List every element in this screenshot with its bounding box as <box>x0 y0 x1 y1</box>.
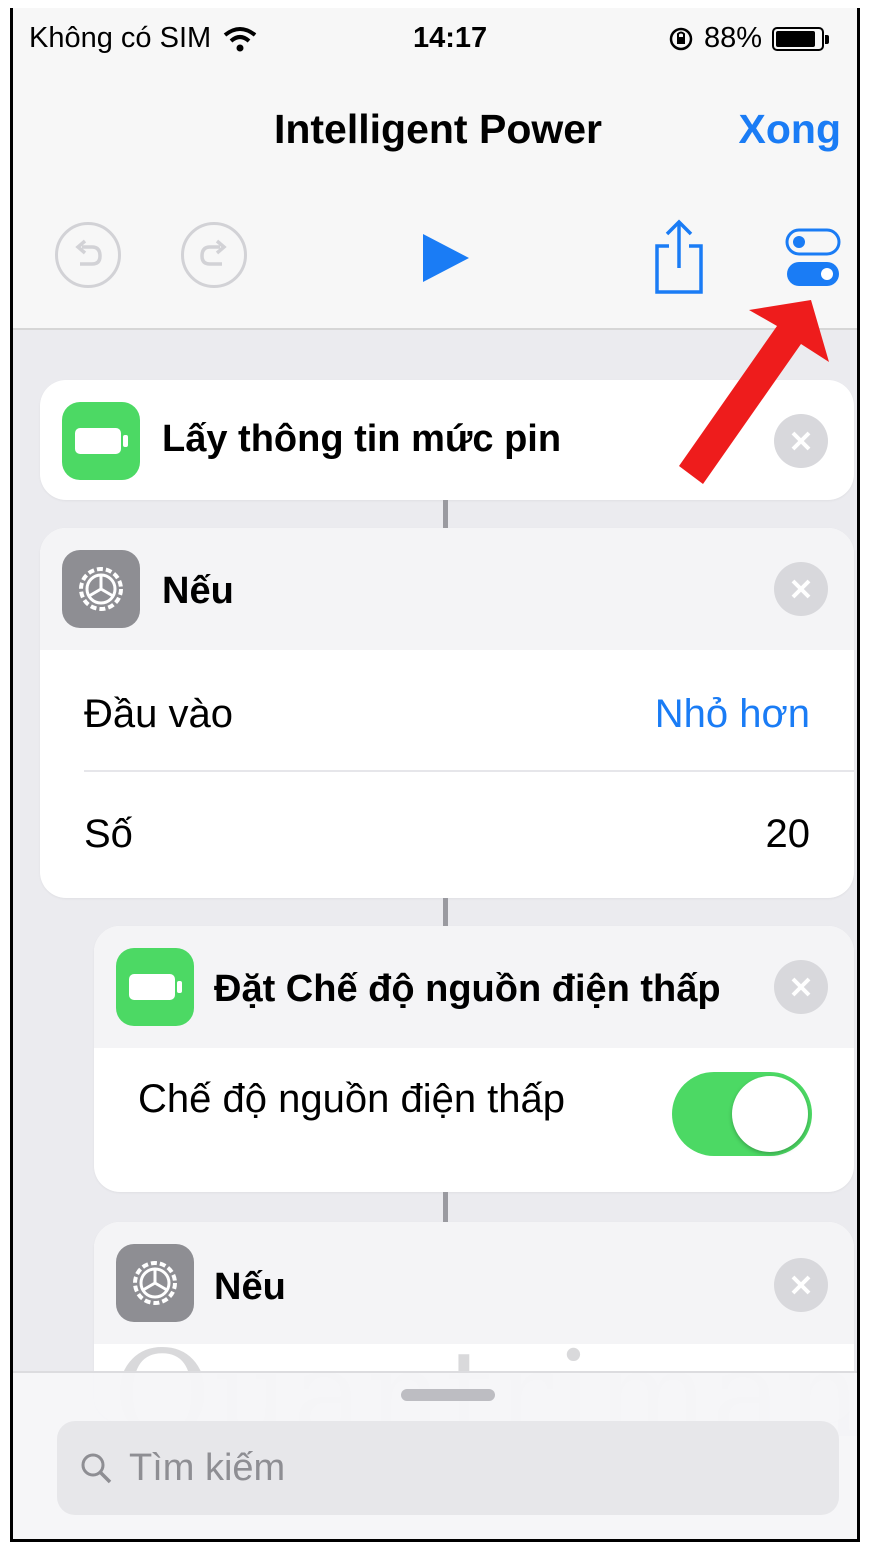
close-icon <box>791 977 811 997</box>
search-bar[interactable]: Tìm kiếm <box>57 1421 839 1515</box>
carrier-group: Không có SIM <box>29 22 257 55</box>
battery-icon <box>129 974 182 1000</box>
action-title: Nếu <box>214 1266 286 1308</box>
redo-icon <box>200 239 227 266</box>
low-power-mode-label: Chế độ nguồn điện thấp <box>138 1077 566 1121</box>
action-card-if[interactable]: Nếu Đầu vào Nhỏ hơn Số 20 <box>40 528 854 898</box>
battery-app-icon <box>62 402 140 480</box>
number-value[interactable]: 20 <box>766 812 811 857</box>
remove-action-button[interactable] <box>774 1258 828 1312</box>
search-icon <box>81 1453 112 1484</box>
redo-button[interactable] <box>181 222 247 288</box>
annotation-arrow-icon <box>679 300 829 484</box>
battery-icon <box>772 26 830 51</box>
settings-button[interactable] <box>783 226 843 295</box>
wifi-icon <box>223 26 257 51</box>
battery-percent: 88% <box>704 22 763 54</box>
run-button[interactable] <box>417 230 473 291</box>
orientation-lock-icon <box>669 27 693 50</box>
scripting-app-icon <box>116 1244 194 1322</box>
remove-action-button[interactable] <box>774 960 828 1014</box>
gear-icon <box>133 1261 177 1305</box>
sheet-grabber[interactable] <box>401 1389 495 1401</box>
row-divider <box>84 770 854 772</box>
carrier-label: Không có SIM <box>29 22 212 54</box>
flow-connector <box>443 1192 448 1222</box>
battery-app-icon <box>116 948 194 1026</box>
toggle-knob <box>732 1076 808 1152</box>
share-icon <box>655 219 703 294</box>
gear-icon <box>79 567 123 611</box>
undo-button[interactable] <box>55 222 121 288</box>
shortcut-title: Intelligent Power <box>273 106 603 152</box>
low-power-mode-toggle[interactable] <box>672 1072 812 1156</box>
status-bar: Không có SIM 14:17 88% <box>13 8 857 70</box>
action-title: Nếu <box>162 570 234 612</box>
battery-icon <box>75 428 128 454</box>
flow-connector <box>443 500 448 528</box>
action-title: Lấy thông tin mức pin <box>162 418 562 460</box>
search-placeholder: Tìm kiếm <box>129 1446 286 1489</box>
action-search-sheet: Tìm kiếm <box>13 1371 857 1539</box>
scripting-app-icon <box>62 550 140 628</box>
close-icon <box>791 1275 811 1295</box>
settings-toggle-icon <box>785 228 841 286</box>
close-icon <box>791 579 811 599</box>
input-label: Đầu vào <box>84 692 233 736</box>
undo-icon <box>75 239 102 266</box>
status-right-group: 88% <box>668 22 830 55</box>
action-card-low-power[interactable]: Đặt Chế độ nguồn điện thấp Chế độ nguồn … <box>94 926 854 1192</box>
action-header <box>94 1222 854 1344</box>
play-icon <box>423 234 469 282</box>
condition-selector[interactable]: Nhỏ hơn <box>655 692 810 737</box>
done-button[interactable]: Xong <box>739 106 841 153</box>
status-time: 14:17 <box>413 22 488 54</box>
number-label: Số <box>84 812 133 856</box>
flow-connector <box>443 898 448 926</box>
action-title: Đặt Chế độ nguồn điện thấp <box>214 968 721 1010</box>
remove-action-button[interactable] <box>774 562 828 616</box>
phone-screen: Không có SIM 14:17 88% Intelligent Power… <box>10 8 860 1542</box>
